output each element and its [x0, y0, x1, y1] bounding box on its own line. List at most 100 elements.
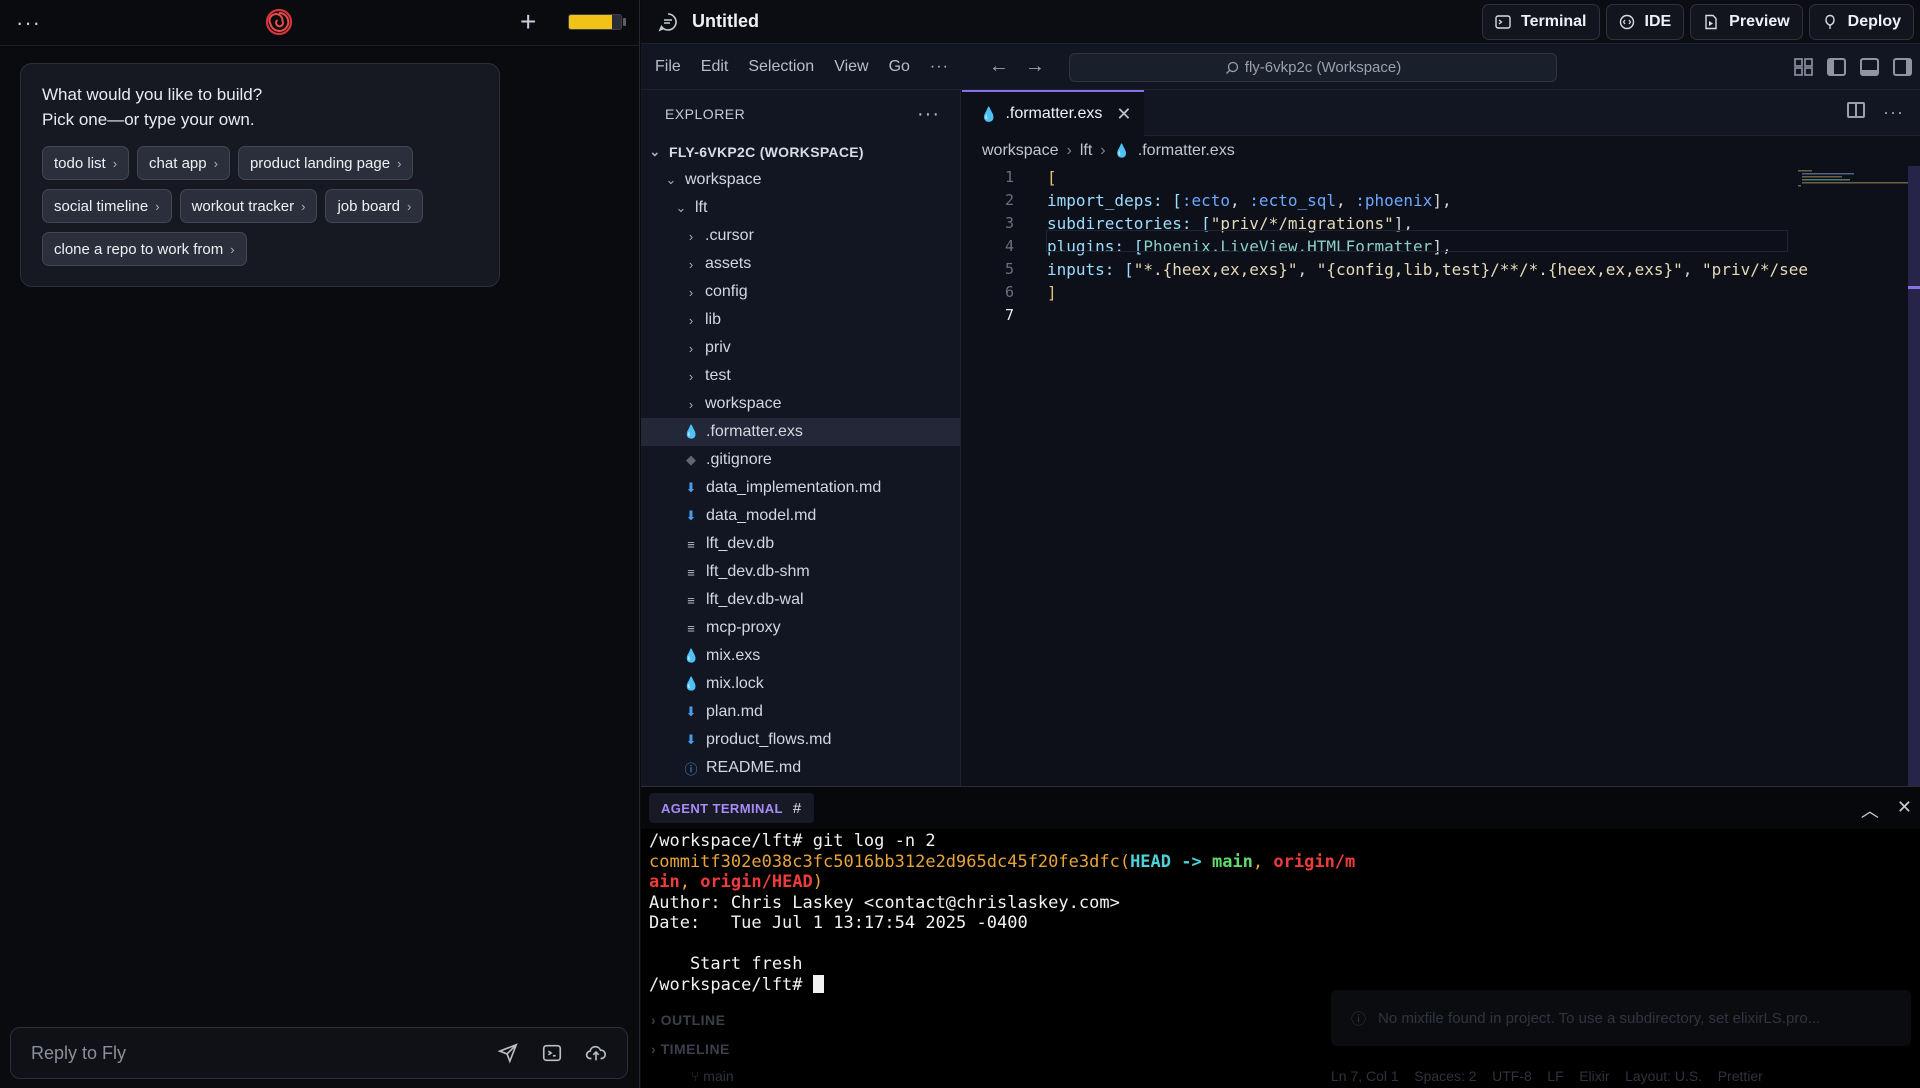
breadcrumb-lft[interactable]: lft — [1080, 142, 1092, 160]
terminal-button[interactable]: Terminal — [1482, 4, 1600, 40]
back-arrow-icon[interactable]: ← — [989, 55, 1009, 78]
tree-folder[interactable]: › priv — [641, 334, 960, 362]
breadcrumb-workspace[interactable]: workspace — [982, 142, 1058, 160]
chevron-right-icon: › — [688, 228, 694, 244]
tree-item-label: product_flows.md — [706, 731, 832, 748]
tree-file[interactable]: 💧 mix.lock — [641, 670, 960, 698]
toggle-panel-icon[interactable] — [1860, 58, 1879, 76]
terminal-tab-label: AGENT TERMINAL — [661, 800, 783, 816]
toggle-secondary-sidebar-icon[interactable] — [1893, 58, 1912, 76]
terminal-output[interactable]: /workspace/lft# git log -n 2 commitf302e0… — [641, 829, 1920, 997]
tree-file[interactable]: ≡ mcp-proxy — [641, 614, 960, 642]
maximize-panel-icon[interactable]: ︿ — [1861, 797, 1879, 823]
terminal-mode-icon[interactable] — [541, 1042, 563, 1064]
tree-file[interactable]: ⬇ product_flows.md — [641, 726, 960, 754]
menu-file[interactable]: File — [655, 58, 681, 76]
send-icon[interactable] — [497, 1042, 519, 1064]
chevron-right-icon: › — [407, 198, 412, 214]
menu-selection[interactable]: Selection — [748, 58, 814, 76]
editor-tabbar: 💧 .formatter.exs ✕ ··· — [962, 90, 1920, 136]
tree-item-label: mix.exs — [706, 647, 761, 664]
menu-edit[interactable]: Edit — [701, 58, 729, 76]
tree-folder[interactable]: ⌄ lft — [641, 194, 960, 222]
chevron-right-icon: › — [688, 396, 694, 412]
editor-more-icon[interactable]: ··· — [1883, 102, 1904, 123]
breadcrumb-chevron-icon: › — [1066, 142, 1072, 159]
markdown-icon: ⬇ — [685, 704, 697, 719]
tree-folder[interactable]: › test — [641, 362, 960, 390]
suggestion-chip[interactable]: clone a repo to work from › — [42, 232, 247, 266]
lines-icon: ≡ — [687, 536, 695, 552]
terminal-tab[interactable]: AGENT TERMINAL # — [649, 793, 814, 823]
suggestion-chip[interactable]: product landing page › — [237, 146, 414, 180]
menu-more-icon[interactable]: ··· — [930, 58, 949, 76]
tree-item-label: mcp-proxy — [706, 619, 781, 636]
toggle-primary-sidebar-icon[interactable] — [1827, 58, 1846, 76]
project-title[interactable]: Untitled — [692, 11, 759, 32]
tree-file[interactable]: ⬇ data_model.md — [641, 502, 960, 530]
command-center-search[interactable]: fly-6vkp2c (Workspace) — [1069, 53, 1557, 82]
ide-button[interactable]: IDE — [1605, 4, 1685, 40]
tree-file[interactable]: ⬇ plan.md — [641, 698, 960, 726]
suggestion-chip[interactable]: chat app › — [137, 146, 230, 180]
tree-file[interactable]: 💧 mix.exs — [641, 642, 960, 670]
code-text: ] — [1047, 283, 1057, 302]
tree-file[interactable]: ≡ lft_dev.db-wal — [641, 586, 960, 614]
terminal-token: , — [679, 872, 701, 892]
code-token: , — [1682, 260, 1703, 279]
tree-folder[interactable]: ⌄ workspace — [641, 166, 960, 194]
line-number: 5 — [1004, 260, 1014, 278]
code-token: import_deps: [ — [1047, 191, 1182, 210]
chevron-right-icon: › — [688, 340, 694, 356]
tree-item-label: README.md — [706, 759, 802, 776]
breadcrumb-chevron-icon: › — [1100, 142, 1106, 159]
editor-scrollbar[interactable] — [1908, 166, 1920, 786]
more-menu-icon[interactable]: ··· — [16, 11, 41, 34]
terminal-token: , — [1252, 851, 1274, 872]
tree-file[interactable]: 💧 .formatter.exs — [641, 418, 960, 446]
tree-workspace-root[interactable]: ⌄ FLY-6VKP2C (WORKSPACE) — [641, 138, 960, 166]
customize-layout-icon[interactable] — [1794, 58, 1813, 76]
explorer-title: EXPLORER — [665, 106, 746, 122]
suggestion-chip[interactable]: social timeline › — [42, 189, 172, 223]
tree-item-label: lft_dev.db-shm — [706, 563, 810, 580]
preview-button[interactable]: Preview — [1690, 4, 1803, 40]
menu-go[interactable]: Go — [889, 58, 910, 76]
chat-pane: ··· + What would you like to build? Pick… — [0, 0, 640, 1088]
minimap[interactable] — [1798, 168, 1908, 190]
outline-section[interactable]: › OUTLINE — [651, 1012, 726, 1028]
tree-file[interactable]: ≡ lft_dev.db-shm — [641, 558, 960, 586]
tree-file[interactable]: ⬇ data_implementation.md — [641, 474, 960, 502]
breadcrumb-file[interactable]: .formatter.exs — [1138, 142, 1235, 160]
chevron-right-icon: › — [230, 241, 235, 257]
tree-file[interactable]: ⓘ README.md — [641, 754, 960, 782]
close-tab-icon[interactable]: ✕ — [1116, 104, 1131, 125]
tree-folder[interactable]: › config — [641, 278, 960, 306]
explorer-more-icon[interactable]: ··· — [917, 103, 940, 126]
terminal-token: origin/m — [1273, 851, 1356, 872]
suggestion-chip[interactable]: workout tracker › — [179, 189, 318, 223]
close-panel-icon[interactable]: ✕ — [1897, 797, 1912, 823]
deploy-button[interactable]: Deploy — [1808, 4, 1914, 40]
new-chat-icon[interactable]: + — [520, 8, 536, 36]
editor-tab-formatter[interactable]: 💧 .formatter.exs ✕ — [962, 90, 1144, 136]
tree-file[interactable]: ◆ .gitignore — [641, 446, 960, 474]
tree-folder[interactable]: › workspace — [641, 390, 960, 418]
timeline-section[interactable]: › TIMELINE — [651, 1041, 730, 1057]
tree-folder[interactable]: › lib — [641, 306, 960, 334]
explorer-header: EXPLORER ··· — [641, 90, 960, 138]
split-editor-icon[interactable] — [1847, 102, 1866, 118]
tree-file[interactable]: ≡ lft_dev.db — [641, 530, 960, 558]
chevron-down-icon: ⌄ — [649, 144, 661, 159]
suggestion-chip-label: clone a repo to work from — [54, 240, 224, 258]
menu-view[interactable]: View — [834, 58, 868, 76]
terminal-token: HEAD -> — [1130, 851, 1212, 872]
forward-arrow-icon[interactable]: → — [1025, 55, 1045, 78]
suggestion-chip[interactable]: job board › — [325, 189, 424, 223]
branch-icon[interactable]: ⑂ main — [691, 1068, 734, 1084]
suggestion-chip[interactable]: todo list › — [42, 146, 130, 180]
upload-icon[interactable] — [585, 1042, 607, 1064]
tree-folder[interactable]: › .cursor — [641, 222, 960, 250]
tree-folder[interactable]: › assets — [641, 250, 960, 278]
reply-input[interactable] — [31, 1042, 475, 1064]
